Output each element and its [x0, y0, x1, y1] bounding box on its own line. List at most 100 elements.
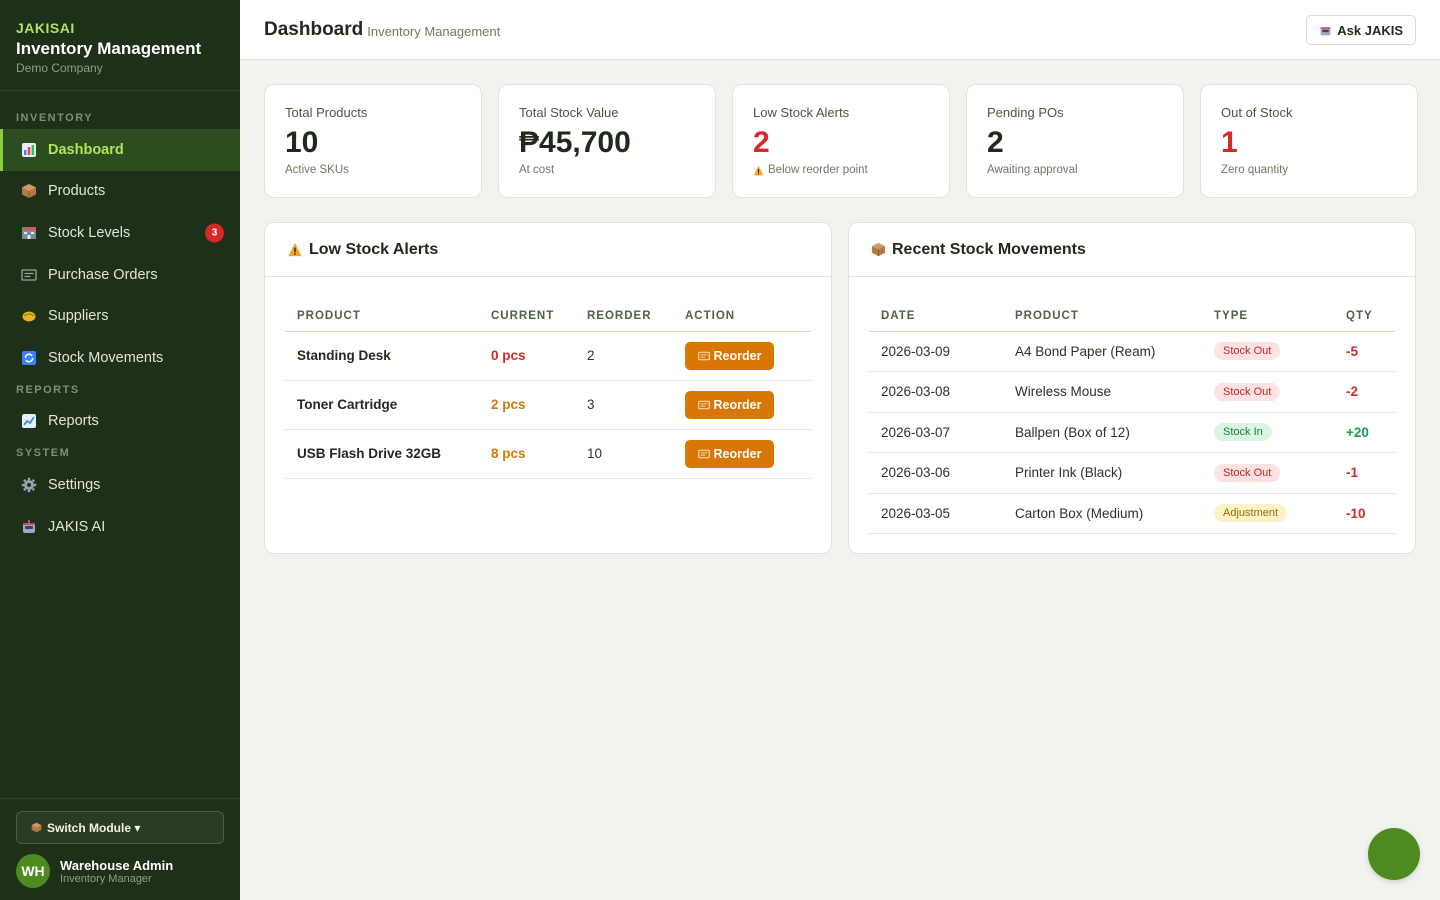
date-cell: 2026-03-09	[869, 331, 1003, 372]
reorder-cell: 3	[575, 380, 673, 430]
stat-card-total-products: Total Products 10 Active SKUs	[264, 84, 482, 198]
column-header: REORDER	[575, 301, 673, 332]
package-icon	[871, 242, 886, 257]
sidebar-item-label: Products	[48, 183, 106, 200]
reorder-label: Reorder	[713, 446, 762, 461]
reorder-label: Reorder	[713, 397, 762, 412]
panel-header: Low Stock Alerts	[265, 223, 831, 277]
stat-label: Out of Stock	[1221, 105, 1293, 120]
table-row: 2026-03-07 Ballpen (Box of 12) Stock In …	[869, 412, 1395, 453]
current-cell: 8 pcs	[479, 429, 575, 479]
movements-table: DATE PRODUCT TYPE QTY 2026-03-09 A4 Bond…	[869, 301, 1395, 534]
ask-jakis-button[interactable]: Ask JAKIS	[1306, 15, 1416, 45]
action-cell: Reorder	[673, 380, 811, 430]
product-cell: Toner Cartridge	[285, 380, 479, 430]
sidebar-item-suppliers[interactable]: Suppliers	[0, 295, 240, 337]
sidebar-item-label: Purchase Orders	[48, 266, 158, 283]
switch-module-button[interactable]: Switch Module ▾	[16, 811, 224, 844]
sidebar-item-purchase-orders[interactable]: Purchase Orders	[0, 254, 240, 296]
sidebar-footer: Switch Module ▾ WH Warehouse Admin Inven…	[0, 798, 240, 900]
shelf-icon	[20, 224, 38, 242]
page-title: Dashboard	[264, 18, 364, 40]
qty-cell: +20	[1334, 412, 1395, 453]
date-cell: 2026-03-07	[869, 412, 1003, 453]
stock-levels-badge: 3	[205, 223, 224, 243]
sidebar-item-label: Settings	[48, 476, 101, 493]
section-label-system: SYSTEM	[16, 447, 71, 460]
table-row: 2026-03-09 A4 Bond Paper (Ream) Stock Ou…	[869, 331, 1395, 372]
order-icon	[697, 351, 710, 361]
sidebar-item-stock-movements[interactable]: Stock Movements	[0, 337, 240, 379]
qty-cell: -5	[1334, 331, 1395, 372]
status-badge: Stock Out	[1214, 463, 1281, 482]
package-icon	[20, 182, 38, 200]
sidebar-item-dashboard[interactable]: Dashboard	[0, 129, 240, 171]
status-badge: Adjustment	[1214, 504, 1288, 523]
table-row: Standing Desk 0 pcs 2 Reorder	[285, 331, 811, 381]
column-header: PRODUCT	[285, 301, 479, 332]
table-row: 2026-03-05 Carton Box (Medium) Adjustmen…	[869, 493, 1395, 534]
brand-tag: JAKISAI	[16, 20, 75, 36]
stat-cards: Total Products 10 Active SKUs Total Stoc…	[264, 84, 1418, 198]
floating-action-button[interactable]	[1368, 828, 1420, 880]
user-profile[interactable]: WH Warehouse Admin Inventory Manager	[16, 854, 224, 888]
qty-cell: -1	[1334, 452, 1395, 494]
section-label-inventory: INVENTORY	[16, 112, 94, 124]
product-cell: Standing Desk	[285, 331, 479, 381]
table-row: Toner Cartridge 2 pcs 3 Reorder	[285, 380, 811, 430]
brand: JAKISAI Inventory Management Demo Compan…	[0, 0, 240, 91]
table-row: 2026-03-06 Printer Ink (Black) Stock Out…	[869, 452, 1395, 494]
stat-value: ₱45,700	[519, 126, 631, 159]
panel-header: Recent Stock Movements	[849, 223, 1415, 277]
bar-chart-icon	[20, 141, 38, 159]
ask-jakis-label: Ask JAKIS	[1337, 22, 1403, 38]
table-row: USB Flash Drive 32GB 8 pcs 10 Reorder	[285, 429, 811, 479]
column-header: CURRENT	[479, 301, 575, 332]
reorder-button[interactable]: Reorder	[685, 439, 774, 468]
type-cell: Stock In	[1202, 412, 1334, 453]
reorder-cell: 2	[575, 331, 673, 381]
sidebar-item-reports[interactable]: Reports	[0, 401, 240, 443]
table-header-row: DATE PRODUCT TYPE QTY	[869, 301, 1395, 332]
package-icon	[31, 822, 42, 833]
qty-cell: -10	[1334, 493, 1395, 534]
status-badge: Stock Out	[1214, 382, 1281, 401]
reorder-cell: 10	[575, 429, 673, 479]
column-header: DATE	[869, 301, 1003, 332]
reorder-button[interactable]: Reorder	[685, 341, 774, 370]
sidebar-item-label: Suppliers	[48, 308, 109, 325]
sidebar: JAKISAI Inventory Management Demo Compan…	[0, 0, 240, 900]
stat-label: Pending POs	[987, 105, 1064, 120]
warning-icon	[753, 165, 764, 176]
sidebar-item-stock-levels[interactable]: Stock Levels 3	[0, 212, 240, 254]
column-header: ACTION	[673, 301, 811, 332]
product-cell: Wireless Mouse	[1003, 371, 1202, 413]
sidebar-item-label: Stock Levels	[48, 224, 131, 241]
robot-icon	[20, 518, 38, 536]
stat-card-total-stock-value: Total Stock Value ₱45,700 At cost	[498, 84, 716, 198]
company-name: Demo Company	[16, 61, 103, 75]
top-header: Dashboard Inventory Management Ask JAKIS	[240, 0, 1440, 60]
stat-sub: At cost	[519, 164, 555, 176]
table-header-row: PRODUCT CURRENT REORDER ACTION	[285, 301, 811, 332]
reorder-button[interactable]: Reorder	[685, 390, 774, 419]
stat-value: 2	[753, 126, 770, 159]
reorder-label: Reorder	[713, 348, 762, 363]
page-subtitle: Inventory Management	[367, 24, 501, 39]
stat-value: 2	[987, 126, 1004, 159]
low-stock-panel: Low Stock Alerts PRODUCT CURRENT REORDER…	[264, 222, 832, 554]
column-header: TYPE	[1202, 301, 1334, 332]
sidebar-item-settings[interactable]: Settings	[0, 464, 240, 506]
type-cell: Adjustment	[1202, 493, 1334, 534]
action-cell: Reorder	[673, 429, 811, 479]
warning-icon	[287, 242, 303, 257]
sidebar-item-products[interactable]: Products	[0, 171, 240, 213]
sidebar-item-label: Reports	[48, 413, 99, 430]
stat-value: 10	[285, 126, 319, 159]
panel-title: Low Stock Alerts	[309, 240, 439, 258]
type-cell: Stock Out	[1202, 331, 1334, 372]
product-cell: Ballpen (Box of 12)	[1003, 412, 1202, 453]
stat-label: Low Stock Alerts	[753, 105, 850, 120]
brand-title: Inventory Management	[16, 39, 202, 58]
sidebar-item-jakis-ai[interactable]: JAKIS AI	[0, 506, 240, 548]
